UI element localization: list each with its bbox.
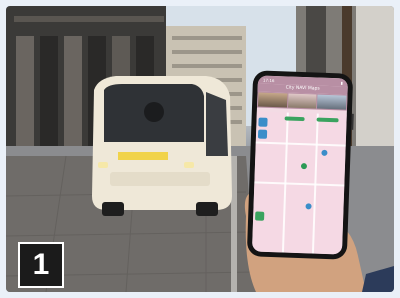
- map-road: [254, 181, 345, 187]
- map-layer-button[interactable]: [258, 117, 268, 127]
- map-view[interactable]: [251, 111, 347, 255]
- autonomous-shuttle: [92, 76, 232, 216]
- map-pin-icon[interactable]: [321, 149, 328, 156]
- map-filter-button[interactable]: [257, 129, 268, 139]
- photo-thumbnail[interactable]: [287, 93, 317, 109]
- status-time: 17:16: [262, 77, 275, 83]
- map-pin-icon[interactable]: [300, 163, 308, 170]
- photo-thumbnail[interactable]: [317, 94, 347, 110]
- step-number-badge: 1: [18, 242, 64, 288]
- map-chip[interactable]: [316, 117, 339, 123]
- step-number: 1: [32, 248, 50, 281]
- smartphone: 17:16 ▮ City NAVI Maps: [246, 70, 354, 260]
- phone-screen: 17:16 ▮ City NAVI Maps: [251, 75, 349, 255]
- photo-strip[interactable]: [256, 91, 348, 111]
- photo-frame: 17:16 ▮ City NAVI Maps 1: [6, 6, 394, 292]
- map-chip[interactable]: [284, 116, 305, 122]
- map-pin-icon[interactable]: [305, 203, 312, 210]
- map-locate-button[interactable]: [255, 211, 265, 221]
- battery-icon: ▮: [340, 79, 343, 85]
- map-road: [255, 141, 346, 147]
- photo-thumbnail[interactable]: [258, 92, 288, 108]
